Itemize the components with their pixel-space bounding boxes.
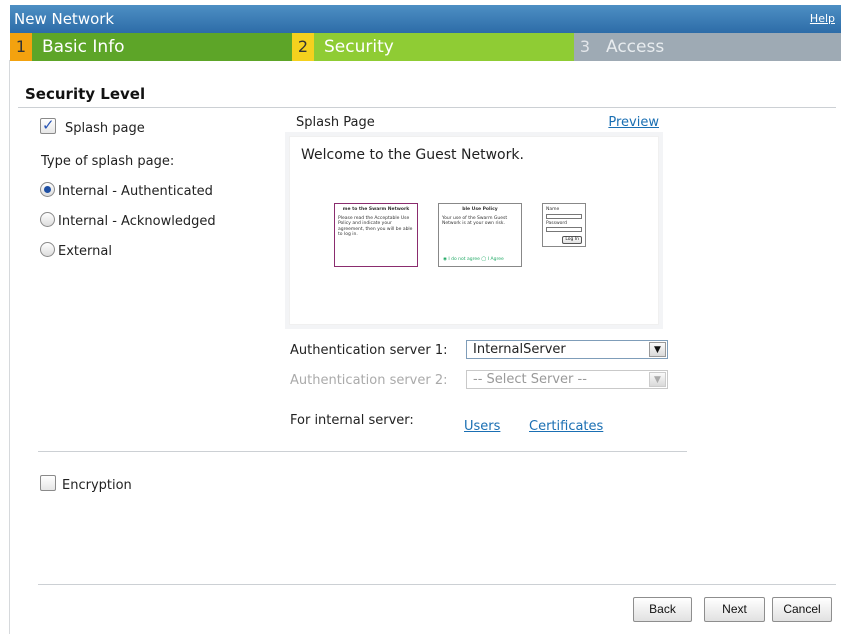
radio-internal-acknowledged[interactable] xyxy=(40,212,55,227)
footer-divider xyxy=(38,584,836,585)
splash-preview: Welcome to the Guest Network. me to the … xyxy=(289,136,659,325)
title-bar: New Network Help xyxy=(10,5,841,33)
splash-page-label: Splash page xyxy=(65,121,145,136)
checkmark-icon: ✓ xyxy=(42,116,55,134)
preview-thumbnail-login: Name Password Log In xyxy=(542,203,586,247)
option-internal-acknowledged: Internal - Acknowledged xyxy=(58,214,216,229)
next-button[interactable]: Next xyxy=(704,597,765,622)
encryption-checkbox[interactable] xyxy=(40,475,56,491)
encryption-label: Encryption xyxy=(62,478,132,493)
help-link[interactable]: Help xyxy=(810,12,835,25)
window-title: New Network xyxy=(14,10,115,28)
thumbnail-name-field xyxy=(546,213,582,219)
thumbnail-login-button: Log In xyxy=(562,236,582,244)
step-label: Access xyxy=(606,37,665,57)
preview-link[interactable]: Preview xyxy=(608,115,659,130)
radio-internal-authenticated[interactable] xyxy=(40,182,55,197)
thumbnail-password-field xyxy=(546,227,582,232)
step-number: 2 xyxy=(292,33,314,61)
users-link[interactable]: Users xyxy=(464,419,500,434)
step-number: 1 xyxy=(10,33,32,61)
internal-server-label: For internal server: xyxy=(290,413,414,428)
cancel-button[interactable]: Cancel xyxy=(772,597,832,622)
option-internal-authenticated: Internal - Authenticated xyxy=(58,184,213,199)
auth-server-2-value: -- Select Server -- xyxy=(473,372,587,387)
dropdown-arrow-icon: ▼ xyxy=(649,342,666,357)
radio-selected-dot xyxy=(44,186,51,193)
splash-type-label: Type of splash page: xyxy=(41,154,175,169)
left-border xyxy=(9,60,10,634)
auth-server-1-select[interactable]: InternalServer ▼ xyxy=(466,340,668,359)
option-external: External xyxy=(58,244,112,259)
dropdown-arrow-icon: ▼ xyxy=(649,372,666,387)
step-security[interactable]: 2 Security xyxy=(292,33,574,61)
welcome-text: Welcome to the Guest Network. xyxy=(301,147,524,163)
step-access[interactable]: 3 Access xyxy=(574,33,841,61)
thumbnail-body: Please read the Acceptable Use Policy an… xyxy=(338,215,413,238)
auth-server-1-value: InternalServer xyxy=(473,342,566,357)
auth-server-2-select[interactable]: -- Select Server -- ▼ xyxy=(466,370,668,389)
thumbnail-title: me to the Swarm Network xyxy=(342,207,410,212)
splash-preview-label: Splash Page xyxy=(296,115,375,130)
thumbnail-radios: ◉ I do not agree ◯ I Agree xyxy=(443,256,504,262)
splash-page-checkbox[interactable]: ✓ xyxy=(40,116,56,134)
thumbnail-body: Your use of the Swarm Guest Network is a… xyxy=(442,215,508,227)
preview-thumbnail-policy: ble Use Policy Your use of the Swarm Gue… xyxy=(438,203,522,267)
step-basic-info[interactable]: 1 Basic Info xyxy=(10,33,292,61)
step-label: Security xyxy=(324,37,394,57)
section-divider xyxy=(18,107,836,108)
auth-server-1-label: Authentication server 1: xyxy=(290,343,448,358)
thumbnail-name-label: Name xyxy=(546,207,560,212)
step-number: 3 xyxy=(574,33,596,61)
wizard-steps: 1 Basic Info 2 Security 3 Access xyxy=(10,33,841,61)
step-label: Basic Info xyxy=(42,37,125,57)
preview-thumbnail-welcome: me to the Swarm Network Please read the … xyxy=(334,203,418,267)
thumbnail-password-label: Password xyxy=(546,220,568,226)
encryption-divider xyxy=(38,451,687,452)
back-button[interactable]: Back xyxy=(633,597,692,622)
section-title: Security Level xyxy=(25,85,146,103)
certificates-link[interactable]: Certificates xyxy=(529,419,603,434)
auth-server-2-label: Authentication server 2: xyxy=(290,373,448,388)
radio-external[interactable] xyxy=(40,242,55,257)
thumbnail-title: ble Use Policy xyxy=(462,207,498,212)
